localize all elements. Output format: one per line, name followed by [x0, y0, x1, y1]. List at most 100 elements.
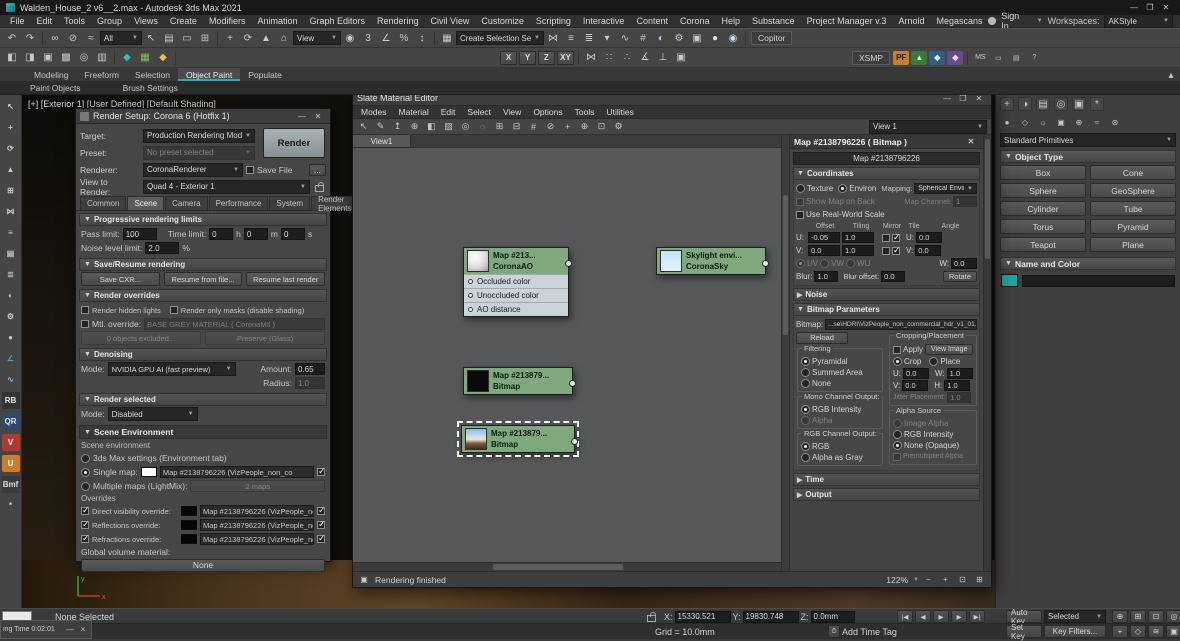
menu-item[interactable]: Megascans	[930, 16, 988, 26]
ribbon-toggle-icon[interactable]: ▾	[599, 30, 615, 46]
hierarchy-tab-icon[interactable]: ▤	[1036, 97, 1050, 111]
crop-v-field[interactable]: 0.0	[902, 380, 928, 391]
script-tool-icon[interactable]: ∿	[2, 371, 20, 388]
select-by-name-icon[interactable]: ▤	[161, 30, 177, 46]
show-map-on-back-checkbox[interactable]	[796, 198, 804, 206]
mirror-icon[interactable]: ⋈	[545, 30, 561, 46]
create-primitive-button[interactable]: Box	[1000, 165, 1086, 180]
lights-category-icon[interactable]: ☼	[1036, 115, 1050, 129]
scene-environment-rollout[interactable]: ▼Scene Environment	[79, 425, 327, 439]
vfb-minimize-button[interactable]: —	[64, 624, 76, 636]
node-canvas[interactable]: View1 Map #213... CoronaAO Occluded colo…	[353, 135, 781, 571]
canvas-horizontal-scrollbar[interactable]	[353, 562, 781, 571]
mono-rgb-intensity-radio[interactable]	[801, 405, 810, 414]
mirror-icon[interactable]: ⋈	[2, 203, 20, 220]
axis-constraint-z-button[interactable]: Z	[538, 51, 555, 65]
orbit-icon[interactable]: ◎	[1166, 610, 1180, 623]
menu-item[interactable]: Interactive	[577, 16, 631, 26]
menu-item[interactable]: Help	[716, 16, 747, 26]
move-icon[interactable]: +	[2, 119, 20, 136]
vw-radio[interactable]	[820, 259, 829, 268]
menu-item[interactable]: Views	[128, 16, 164, 26]
offset-mode-icon[interactable]: ◨	[22, 50, 38, 66]
angle-yellow-icon[interactable]: ◆	[155, 50, 171, 66]
edge-constraint-icon[interactable]: ▥	[94, 50, 110, 66]
environment-map-button[interactable]: Map #2138796226 (VizPeople_non_co	[160, 466, 314, 478]
name-and-color-rollout-header[interactable]: ▼ Name and Color	[1000, 257, 1176, 270]
menu-item[interactable]: Edit	[31, 16, 59, 26]
slate-show-shaded-icon[interactable]: ◧	[424, 120, 439, 134]
slate-menu-item[interactable]: Options	[527, 107, 568, 117]
denoise-radius-field[interactable]: 1.0	[295, 377, 325, 389]
menu-item[interactable]: Graph Editors	[303, 16, 371, 26]
rendered-frame-window-icon[interactable]: ▣	[689, 30, 705, 46]
settings-icon[interactable]: *	[2, 497, 20, 514]
set-key-button[interactable]: Set Key	[1006, 625, 1042, 638]
menu-item[interactable]: Modifiers	[203, 16, 252, 26]
walk-through-icon[interactable]: ≋	[1148, 625, 1164, 638]
apply-crop-checkbox[interactable]	[893, 346, 901, 354]
node-input-socket[interactable]	[468, 307, 473, 312]
render-setup-tab[interactable]: Common	[80, 196, 126, 210]
snaps-icon[interactable]: ⊞	[2, 182, 20, 199]
use-real-world-scale-checkbox[interactable]	[796, 211, 804, 219]
alpha-as-gray-radio[interactable]	[801, 453, 810, 462]
working-pivot-icon[interactable]: ◧	[4, 50, 20, 66]
wu-radio[interactable]	[846, 259, 855, 268]
environ-radio[interactable]	[838, 184, 847, 193]
node-input-slot[interactable]: AO distance	[464, 302, 568, 316]
array-tool-icon[interactable]: ∷	[601, 50, 617, 66]
xsmp-button[interactable]: XSMP	[852, 51, 890, 65]
renderer-dropdown[interactable]: CoronaRenderer▼	[143, 163, 243, 177]
workspace-dropdown[interactable]: AKStyle▼	[1104, 14, 1173, 28]
blur-field[interactable]: 1.0	[814, 271, 838, 282]
key-filters-button[interactable]: Key Filters...	[1044, 625, 1106, 638]
slate-isolate-icon[interactable]: ◌	[475, 120, 490, 134]
measure-tool-icon[interactable]: ∡	[637, 50, 653, 66]
pan-icon[interactable]: ⊞	[973, 574, 986, 586]
slate-options-icon[interactable]: ⚙	[611, 120, 626, 134]
override-enable-checkbox[interactable]	[81, 535, 89, 543]
slate-menu-item[interactable]: View	[497, 107, 527, 117]
phoenix-icon[interactable]: ◆	[947, 51, 963, 65]
render-production-icon[interactable]: ●	[707, 30, 723, 46]
node-input-socket[interactable]	[468, 279, 473, 284]
save-cxr-button[interactable]: Save CXR...	[81, 272, 160, 286]
slate-pick-material-icon[interactable]: ✎	[373, 120, 388, 134]
override-map-swatch[interactable]	[181, 534, 197, 544]
uv-radio[interactable]	[796, 259, 805, 268]
material-editor-icon[interactable]: ◐	[653, 30, 669, 46]
curve-editor-icon[interactable]: ∿	[617, 30, 633, 46]
denoise-mode-dropdown[interactable]: NVIDIA GPU AI (fast preview)▼	[108, 362, 236, 376]
normal-align-icon[interactable]: ⊥	[655, 50, 671, 66]
node-input-socket[interactable]	[468, 293, 473, 298]
render-setup-icon[interactable]: ⚙	[2, 308, 20, 325]
safe-frame-icon[interactable]: ▭	[990, 50, 1006, 66]
denoising-rollout[interactable]: ▼Denoising	[79, 348, 327, 361]
denoise-amount-field[interactable]: 0.65	[295, 363, 325, 375]
use-pivot-point-icon[interactable]: ◉	[342, 30, 358, 46]
node-bitmap-2-selected[interactable]: Map #213879... Bitmap	[461, 425, 575, 453]
grid-green-icon[interactable]: ▦	[137, 50, 153, 66]
selection-filter-dropdown[interactable]: All▼	[100, 31, 142, 45]
add-time-tag[interactable]: Add Time Tag	[842, 627, 897, 637]
auto-key-button[interactable]: Auto Key	[1006, 610, 1042, 623]
global-volume-material-button[interactable]: None	[81, 559, 325, 572]
slate-show-background-icon[interactable]: ▨	[441, 120, 456, 134]
pan-icon[interactable]: +	[1112, 625, 1128, 638]
slate-zoom-icon[interactable]: ⊕	[577, 120, 592, 134]
menu-item[interactable]: Animation	[251, 16, 303, 26]
override-enable-checkbox[interactable]	[81, 521, 89, 529]
node-output-socket[interactable]	[569, 380, 576, 387]
summed-area-radio[interactable]	[801, 368, 810, 377]
save-file-checkbox[interactable]	[246, 166, 254, 174]
select-and-move-icon[interactable]: +	[222, 30, 238, 46]
u-tiling-field[interactable]: 1.0	[842, 232, 874, 243]
spinner-snap-icon[interactable]: ↕	[414, 30, 430, 46]
slate-material-id-icon[interactable]: #	[526, 120, 541, 134]
zoom-icon[interactable]: ⊕	[1112, 610, 1128, 623]
v-tile-checkbox[interactable]	[892, 247, 900, 255]
angle-snap-icon[interactable]: ∠	[378, 30, 394, 46]
slate-menu-item[interactable]: Material	[393, 107, 435, 117]
max-settings-radio[interactable]	[81, 454, 90, 463]
